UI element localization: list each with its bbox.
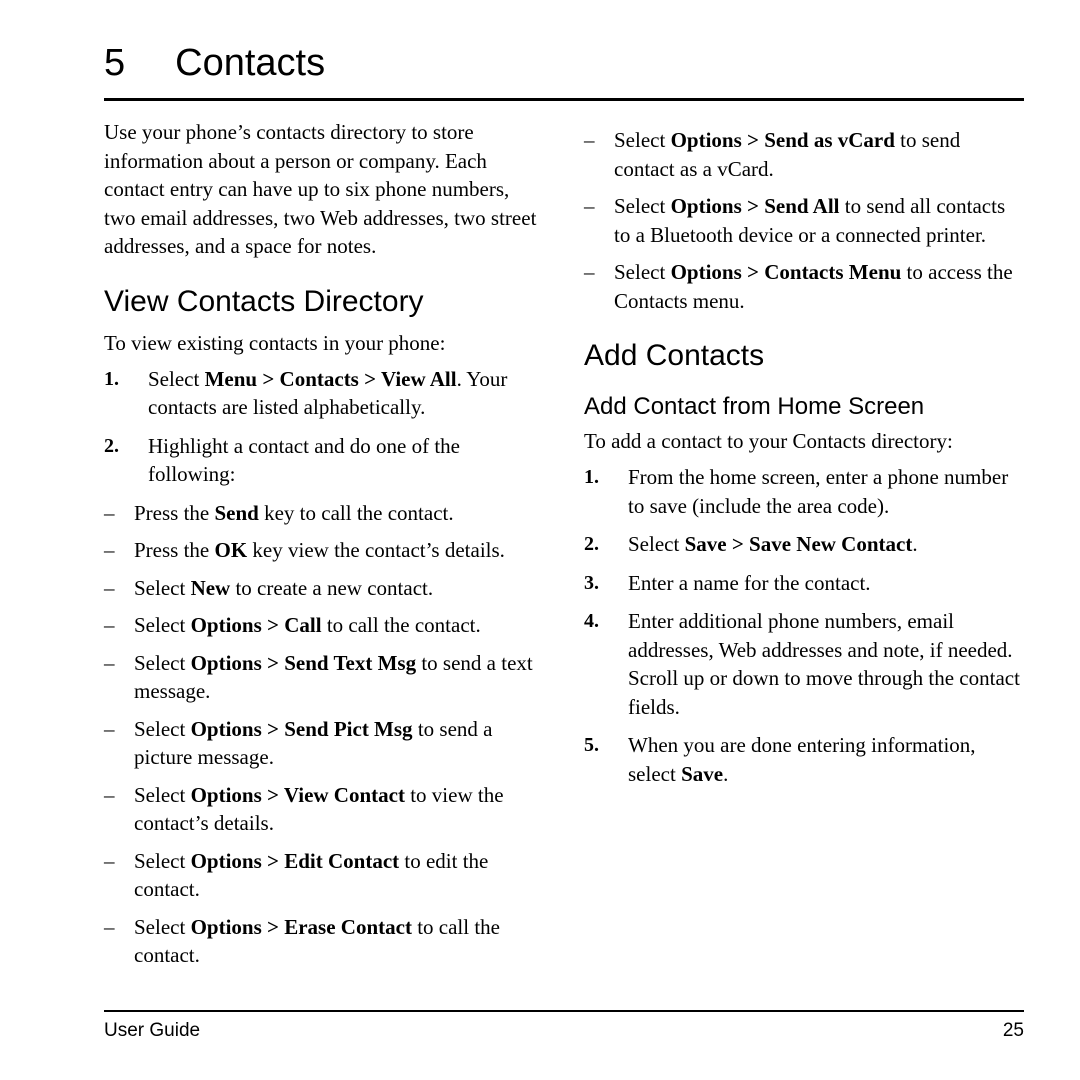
dash-bullet: – (104, 650, 115, 675)
option-text: Select Options > View Contact to view th… (134, 782, 504, 836)
left-column: Use your phone’s contacts directory to s… (104, 118, 544, 979)
list-item: – Press the OK key view the contact’s det… (104, 536, 544, 565)
list-item: – Select Options > Erase Contact to call … (104, 913, 544, 970)
list-item: – Select Options > Edit Contact to edit t… (104, 847, 544, 904)
view-contacts-options-continued: – Select Options > Send as vCard to send … (584, 126, 1024, 315)
list-item: 2. Highlight a contact and do one of the… (104, 432, 544, 489)
list-item: 2. Select Save > Save New Contact. (584, 530, 1024, 559)
subsection-title-add-contact-home-screen: Add Contact from Home Screen (584, 393, 925, 420)
list-item: – Select Options > Contacts Menu to acces… (584, 258, 1024, 315)
option-text: Press the Send key to call the contact. (134, 500, 454, 525)
dash-bullet: – (104, 613, 115, 637)
step-text: Highlight a contact and do one of the fo… (148, 433, 460, 487)
document-page: 5 Contacts Use your phone’s contacts dir… (0, 0, 1080, 1080)
dash-bullet: – (104, 538, 115, 562)
option-text: Select Options > Contacts Menu to access… (614, 260, 1013, 313)
list-item: – Select Options > Send All to send all c… (584, 192, 1024, 249)
step-number: 2. (104, 434, 119, 457)
dash-bullet: – (104, 575, 115, 600)
list-item: – Press the Send key to call the contact. (104, 499, 544, 528)
option-text: Select New to create a new contact. (134, 575, 434, 600)
list-item: 5. When you are done entering informatio… (584, 731, 1024, 788)
page-footer: User Guide 25 (104, 1020, 1024, 1042)
option-text: Select Options > Send Text Msg to send a… (134, 650, 533, 704)
option-text: Select Options > Erase Contact to call t… (134, 914, 501, 968)
option-text: Select Options > Send All to send all co… (614, 194, 1006, 247)
view-contacts-steps: 1. Select Menu > Contacts > View All. Yo… (104, 365, 544, 489)
step-text: From the home screen, enter a phone numb… (628, 465, 1009, 518)
step-text: Select Save > Save New Contact. (628, 532, 918, 556)
dash-bullet: – (584, 260, 595, 284)
step-number: 1. (584, 466, 599, 488)
dash-bullet: – (104, 848, 115, 873)
header-divider (104, 98, 1024, 101)
dash-bullet: – (104, 500, 115, 525)
step-number: 4. (584, 610, 599, 632)
chapter-number: 5 (104, 42, 126, 84)
chapter-heading: 5 Contacts (104, 42, 1024, 85)
footer-divider (104, 1010, 1024, 1012)
view-contacts-lead: To view existing contacts in your phone: (104, 330, 446, 355)
list-item: 1. From the home screen, enter a phone n… (584, 463, 1024, 520)
list-item: – Select Options > Send as vCard to send … (584, 126, 1024, 183)
option-text: Select Options > Send as vCard to send c… (614, 128, 961, 181)
step-number: 5. (584, 734, 599, 756)
add-contacts-steps: 1. From the home screen, enter a phone n… (584, 463, 1024, 788)
view-contacts-options: – Press the Send key to call the contact.… (104, 499, 544, 970)
list-item: – Select Options > Call to call the conta… (104, 611, 544, 640)
step-number: 3. (584, 571, 599, 594)
footer-label: User Guide (104, 1020, 201, 1041)
page-number: 25 (1002, 1020, 1024, 1041)
list-item: – Select Options > View Contact to view t… (104, 781, 544, 838)
option-text: Press the OK key view the contact’s deta… (134, 538, 505, 562)
option-text: Select Options > Send Pict Msg to send a… (134, 716, 493, 770)
step-text: Select Menu > Contacts > View All. Your … (148, 366, 508, 420)
list-item: – Select Options > Send Text Msg to send … (104, 649, 544, 706)
option-text: Select Options > Call to call the contac… (134, 613, 481, 637)
option-text: Select Options > Edit Contact to edit th… (134, 848, 489, 902)
step-text: Enter a name for the contact. (628, 570, 871, 595)
step-number: 1. (104, 367, 119, 390)
step-text: Enter additional phone numbers, email ad… (628, 609, 1020, 719)
right-column: – Select Options > Send as vCard to send … (584, 118, 1024, 798)
step-number: 2. (584, 533, 599, 555)
add-contacts-lead: To add a contact to your Contacts direct… (584, 429, 953, 453)
chapter-title: Contacts (175, 42, 326, 84)
list-item: – Select Options > Send Pict Msg to send … (104, 715, 544, 772)
list-item: 3. Enter a name for the contact. (584, 569, 1024, 598)
dash-bullet: – (584, 194, 595, 218)
list-item: 1. Select Menu > Contacts > View All. Yo… (104, 365, 544, 422)
section-title-view-contacts: View Contacts Directory (104, 284, 424, 318)
step-text: When you are done entering information, … (628, 733, 976, 786)
dash-bullet: – (104, 716, 115, 741)
dash-bullet: – (104, 914, 115, 939)
section-title-add-contacts: Add Contacts (584, 339, 765, 372)
intro-paragraph: Use your phone’s contacts directory to s… (104, 120, 537, 258)
dash-bullet: – (104, 782, 115, 807)
list-item: – Select New to create a new contact. (104, 574, 544, 603)
dash-bullet: – (584, 128, 595, 152)
list-item: 4. Enter additional phone numbers, email… (584, 607, 1024, 721)
